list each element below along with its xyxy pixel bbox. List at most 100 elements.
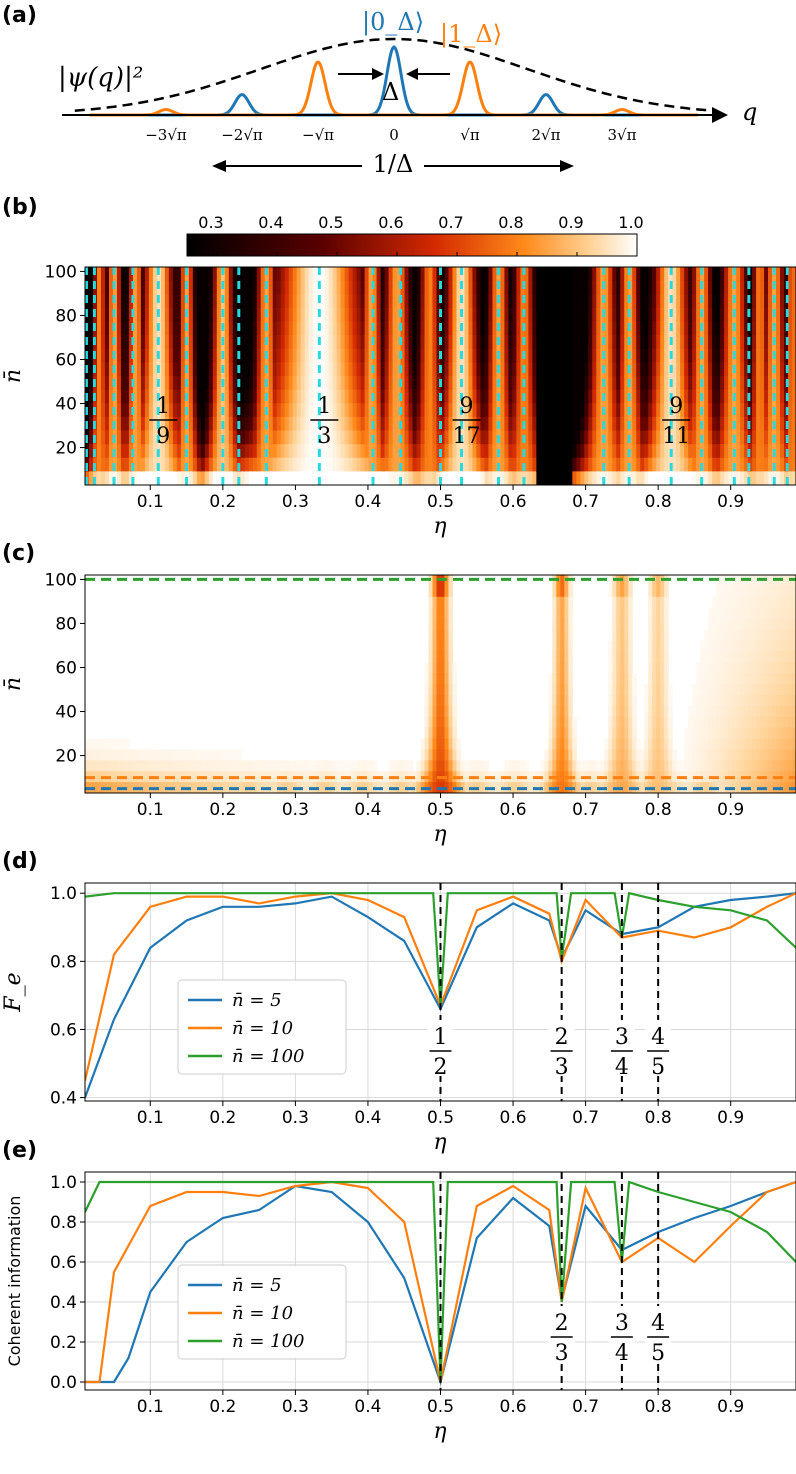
heat-cell [228,362,234,377]
heat-cell [648,294,653,309]
heat-cell [776,738,781,750]
heat-cell [616,389,621,404]
heat-cell [180,321,186,336]
heat-cell [572,727,577,740]
heat-cell [156,760,162,772]
heat-cell [608,684,613,696]
heat-cell [528,389,533,404]
heat-cell [324,294,330,309]
heat-cell [380,376,386,391]
heat-cell [492,362,498,377]
heat-cell [344,321,350,336]
heat-cell [708,705,713,718]
heat-cell [192,376,198,391]
heat-cell [292,457,298,472]
heat-cell [452,362,458,377]
heat-cell [648,307,653,323]
heat-cell [120,749,126,761]
heat-cell [616,705,621,718]
heat-cell [200,444,206,459]
heat-cell [544,771,549,783]
heat-cell [432,585,438,598]
heat-cell [492,307,498,323]
heat-cell [716,321,721,336]
heat-cell [780,585,785,598]
heat-cell [208,376,214,391]
heat-cell [612,651,617,663]
heat-cell [208,760,214,772]
heat-cell [404,457,410,472]
x-tick-label: 0.4 [354,800,381,820]
heat-cell [592,307,597,323]
heat-cell [216,457,222,472]
state1-label: |1_Δ⟩ [440,20,502,49]
heat-cell [792,471,796,485]
heat-cell [548,389,553,404]
heat-cell [740,471,745,485]
heat-cell [396,760,402,772]
heat-cell [724,471,729,485]
heat-cell [188,471,194,485]
heat-cell [516,267,521,282]
heat-cell [384,335,390,350]
heat-cell [756,389,761,404]
heat-cell [116,294,122,309]
heat-cell [328,267,334,282]
heat-cell [568,749,573,761]
heat-cell [96,749,102,761]
heat-cell [608,749,613,761]
heat-cell [168,457,174,472]
heat-cell [188,294,194,309]
heat-cell [416,267,422,282]
heat-cell [340,760,346,772]
heat-cell [96,348,102,363]
heat-cell [740,321,745,336]
heat-cell [388,444,394,459]
heat-cell [388,294,394,309]
heat-cell [660,662,665,674]
heat-cell [756,403,761,418]
heat-cell [612,280,617,295]
heat-cell [120,348,126,363]
heat-cell [452,760,458,772]
heat-cell [564,403,569,418]
heat-cell [648,471,653,485]
heat-cell [392,294,398,309]
heat-cell [120,403,126,418]
heat-cell [724,694,729,707]
heat-cell [692,760,697,772]
heat-cell [584,280,589,295]
heat-cell [780,749,785,761]
heat-cell [596,471,601,485]
heat-cell [728,307,733,323]
heat-cell [540,403,545,418]
heat-cell [776,335,781,350]
heat-cell [176,348,182,363]
heat-cell [616,280,621,295]
heat-cell [92,749,98,761]
heat-cell [468,348,474,363]
heat-cell [292,335,298,350]
heat-cell [620,749,625,761]
heat-cell [664,651,669,663]
heat-cell [88,335,94,350]
heat-cell [344,416,350,432]
heat-cell [164,362,170,377]
heat-cell [196,430,202,445]
heat-cell [532,444,537,459]
heat-cell [492,280,498,295]
heat-cell [240,307,246,323]
heat-cell [596,362,601,377]
heat-cell [344,389,350,404]
heat-cell [480,416,486,432]
heat-cell [452,727,458,740]
heat-cell [116,348,122,363]
heat-cell [716,640,721,652]
heat-cell [716,749,721,761]
heat-cell [284,416,290,432]
heat-cell [476,471,482,485]
heat-cell [212,307,218,323]
heat-cell [332,376,338,391]
heat-cell [732,651,737,663]
heat-cell [792,662,796,674]
